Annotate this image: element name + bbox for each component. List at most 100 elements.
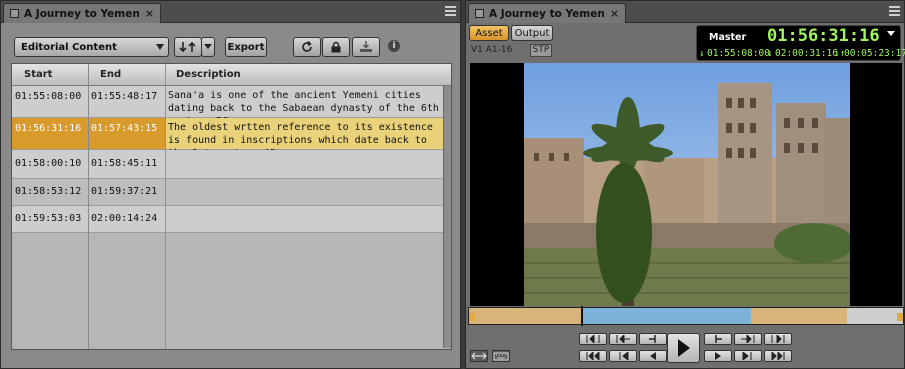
rewind-icon <box>619 352 629 360</box>
video-frame <box>470 63 902 306</box>
fast-forward-max-icon <box>771 352 785 360</box>
chevron-down-icon <box>156 44 164 50</box>
tracks-label[interactable]: V1 A1-16 <box>471 45 512 55</box>
output-button[interactable]: Output <box>511 25 553 41</box>
content-type-value: Editorial Content <box>21 41 117 53</box>
column-divider <box>88 64 89 349</box>
play-reverse-icon <box>650 352 656 360</box>
cell-start: 01:56:31:16 <box>15 123 82 134</box>
play-icon <box>677 339 690 357</box>
fast-forward-button[interactable] <box>734 350 762 362</box>
rewind-button[interactable] <box>609 350 637 362</box>
stp-button[interactable]: STP <box>530 44 552 57</box>
sort-dropdown-button[interactable] <box>201 37 215 57</box>
column-header-end[interactable]: End <box>100 69 121 80</box>
column-divider[interactable] <box>165 64 166 349</box>
keyboard-icon <box>493 352 509 361</box>
chevron-down-icon <box>204 44 212 49</box>
mark-in-marker[interactable] <box>469 313 475 321</box>
mark-out-icon: ↓ <box>767 48 773 59</box>
timeline-scrubber[interactable] <box>468 306 904 326</box>
left-panel-tab[interactable]: A Journey to Yemen × <box>3 3 162 23</box>
timecode-dropdown-icon[interactable] <box>887 31 895 36</box>
table-row-selected[interactable]: 01:56:31:16 01:57:43:15 The oldest wrtte… <box>12 118 451 159</box>
refresh-button[interactable] <box>293 37 321 57</box>
current-timecode: 01:56:31:16 <box>767 26 880 46</box>
loop-button[interactable] <box>470 350 488 362</box>
panel-menu-icon[interactable] <box>445 6 456 16</box>
export-button[interactable]: Export <box>225 37 267 57</box>
lock-button[interactable] <box>322 37 350 57</box>
sort-button[interactable] <box>174 37 202 57</box>
sanaa-city-image <box>524 63 850 306</box>
column-header-start[interactable]: Start <box>24 69 52 80</box>
fast-forward-icon <box>742 352 752 360</box>
play-reverse-button[interactable] <box>639 350 667 362</box>
table-header: Start End Description <box>12 64 451 86</box>
right-panel-tab[interactable]: A Journey to Yemen × <box>468 3 627 23</box>
table-row[interactable]: 01:55:08:00 01:55:48:17 Sana'a is one of… <box>12 86 451 127</box>
table-row[interactable]: 01:58:53:12 01:59:37:21 <box>12 179 451 206</box>
left-tab-title: A Journey to Yemen <box>24 7 140 20</box>
column-header-description[interactable]: Description <box>176 69 241 80</box>
play-button[interactable] <box>667 333 700 363</box>
close-icon[interactable]: × <box>145 7 154 20</box>
play-forward-button[interactable] <box>704 350 732 362</box>
mark-out-icon <box>741 335 755 343</box>
timeline-segment <box>469 308 581 324</box>
doc-icon <box>10 9 19 18</box>
timeline-segment <box>751 308 847 324</box>
table-scrollbar[interactable] <box>443 86 451 348</box>
left-tab-bar: A Journey to Yemen × <box>1 1 460 23</box>
duration-timecode: 00:05:23:17 <box>844 48 905 59</box>
monitor-icon <box>475 9 484 18</box>
cell-end: 01:58:45:11 <box>91 158 158 169</box>
panel-menu-icon[interactable] <box>889 6 900 16</box>
import-button[interactable] <box>352 37 380 57</box>
import-icon <box>360 41 372 52</box>
step-forward-icon <box>715 335 722 343</box>
go-to-in-button[interactable] <box>579 333 607 345</box>
play-forward-icon <box>715 352 721 360</box>
mark-in-icon: ↓ <box>699 48 705 59</box>
step-back-icon <box>649 335 656 343</box>
info-icon[interactable]: i <box>388 40 400 52</box>
refresh-icon <box>302 40 312 52</box>
close-icon[interactable]: × <box>610 7 619 20</box>
mark-out-marker[interactable] <box>897 313 903 321</box>
table-row[interactable]: 01:58:00:10 01:58:45:11 <box>12 150 451 179</box>
cell-end: 01:59:37:21 <box>91 186 158 197</box>
cell-end: 01:55:48:17 <box>91 91 158 102</box>
cell-start: 01:59:53:03 <box>15 213 82 224</box>
step-forward-button[interactable] <box>704 333 732 345</box>
rewind-fast-button[interactable] <box>579 350 607 362</box>
mark-in-icon <box>616 335 630 343</box>
right-tab-title: A Journey to Yemen <box>489 7 605 20</box>
mark-out-timecode: 02:00:31:16 <box>775 48 838 59</box>
content-type-select[interactable]: Editorial Content <box>14 37 169 57</box>
editorial-content-panel: A Journey to Yemen × Editorial Content E… <box>0 0 461 369</box>
mark-in-button[interactable] <box>609 333 637 345</box>
video-preview[interactable] <box>524 63 850 306</box>
table-row[interactable]: 01:59:53:03 02:00:14:24 <box>12 206 451 233</box>
go-to-out-icon <box>771 335 785 343</box>
cell-start: 01:58:00:10 <box>15 158 82 169</box>
lock-icon <box>331 41 341 53</box>
keyboard-button[interactable] <box>492 350 510 362</box>
cell-end: 01:57:43:15 <box>91 123 158 134</box>
editorial-table: Start End Description 01:55:08:00 01:55:… <box>11 63 452 350</box>
fast-forward-max-button[interactable] <box>764 350 792 362</box>
cell-end: 02:00:14:24 <box>91 213 158 224</box>
sort-icon <box>179 41 196 53</box>
viewer-panel: A Journey to Yemen × Asset Output V1 A1-… <box>465 0 905 369</box>
timeline-segment <box>847 308 903 324</box>
go-to-out-button[interactable] <box>764 333 792 345</box>
rewind-fast-icon <box>586 352 600 360</box>
step-back-button[interactable] <box>639 333 667 345</box>
asset-button[interactable]: Asset <box>469 25 509 41</box>
loop-icon <box>471 352 487 360</box>
playhead[interactable] <box>581 306 583 326</box>
timeline-segment <box>581 308 751 324</box>
mark-out-button[interactable] <box>734 333 762 345</box>
timecode-display[interactable]: Master 01:56:31:16 ↓ 01:55:08:00 ↓ 02:00… <box>696 25 905 61</box>
